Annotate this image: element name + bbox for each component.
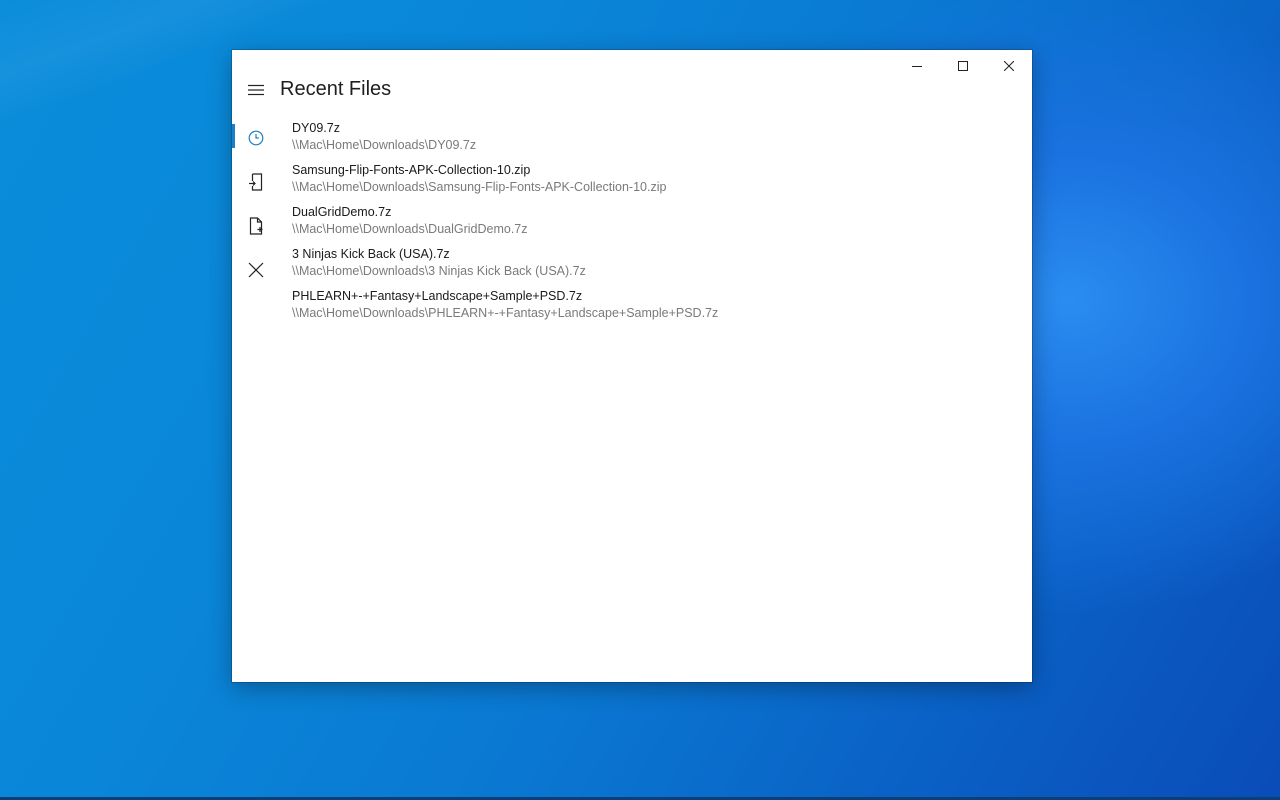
minimize-icon bbox=[912, 66, 922, 67]
new-file-icon bbox=[249, 217, 263, 235]
file-name: PHLEARN+-+Fantasy+Landscape+Sample+PSD.7… bbox=[292, 289, 583, 303]
file-path: \\Mac\Home\Downloads\PHLEARN+-+Fantasy+L… bbox=[292, 306, 719, 320]
file-name: Samsung-Flip-Fonts-APK-Collection-10.zip bbox=[292, 163, 531, 177]
app-window: Recent Files DY09.7z \\Mac\Home\Download… bbox=[232, 50, 1032, 682]
open-file-icon bbox=[249, 173, 263, 191]
file-name: DY09.7z bbox=[292, 121, 340, 135]
maximize-button[interactable] bbox=[940, 50, 986, 82]
list-item[interactable]: PHLEARN+-+Fantasy+Landscape+Sample+PSD.7… bbox=[292, 288, 1012, 330]
page-title: Recent Files bbox=[280, 78, 392, 100]
recent-files-list: DY09.7z \\Mac\Home\Downloads\DY09.7z Sam… bbox=[292, 120, 1012, 330]
nav-item-new[interactable] bbox=[232, 204, 280, 248]
nav-item-close[interactable] bbox=[232, 248, 280, 292]
maximize-icon bbox=[958, 61, 968, 71]
file-path: \\Mac\Home\Downloads\Samsung-Flip-Fonts-… bbox=[292, 180, 667, 194]
file-name: DualGridDemo.7z bbox=[292, 205, 392, 219]
nav-item-open[interactable] bbox=[232, 160, 280, 204]
close-icon bbox=[248, 262, 264, 278]
close-button[interactable] bbox=[986, 50, 1032, 82]
close-icon bbox=[1004, 61, 1014, 71]
file-name: 3 Ninjas Kick Back (USA).7z bbox=[292, 247, 450, 261]
hamburger-icon bbox=[248, 84, 264, 96]
file-path: \\Mac\Home\Downloads\3 Ninjas Kick Back … bbox=[292, 264, 586, 278]
nav-rail bbox=[232, 116, 280, 292]
caption-buttons bbox=[894, 50, 1032, 82]
list-item[interactable]: Samsung-Flip-Fonts-APK-Collection-10.zip… bbox=[292, 162, 1012, 204]
clock-icon bbox=[248, 130, 264, 146]
hamburger-menu-button[interactable] bbox=[236, 74, 276, 106]
file-path: \\Mac\Home\Downloads\DY09.7z bbox=[292, 138, 477, 152]
nav-item-recent[interactable] bbox=[232, 116, 280, 160]
list-item[interactable]: DY09.7z \\Mac\Home\Downloads\DY09.7z bbox=[292, 120, 1012, 162]
minimize-button[interactable] bbox=[894, 50, 940, 82]
list-item[interactable]: 3 Ninjas Kick Back (USA).7z \\Mac\Home\D… bbox=[292, 246, 1012, 288]
file-path: \\Mac\Home\Downloads\DualGridDemo.7z bbox=[292, 222, 528, 236]
list-item[interactable]: DualGridDemo.7z \\Mac\Home\Downloads\Dua… bbox=[292, 204, 1012, 246]
